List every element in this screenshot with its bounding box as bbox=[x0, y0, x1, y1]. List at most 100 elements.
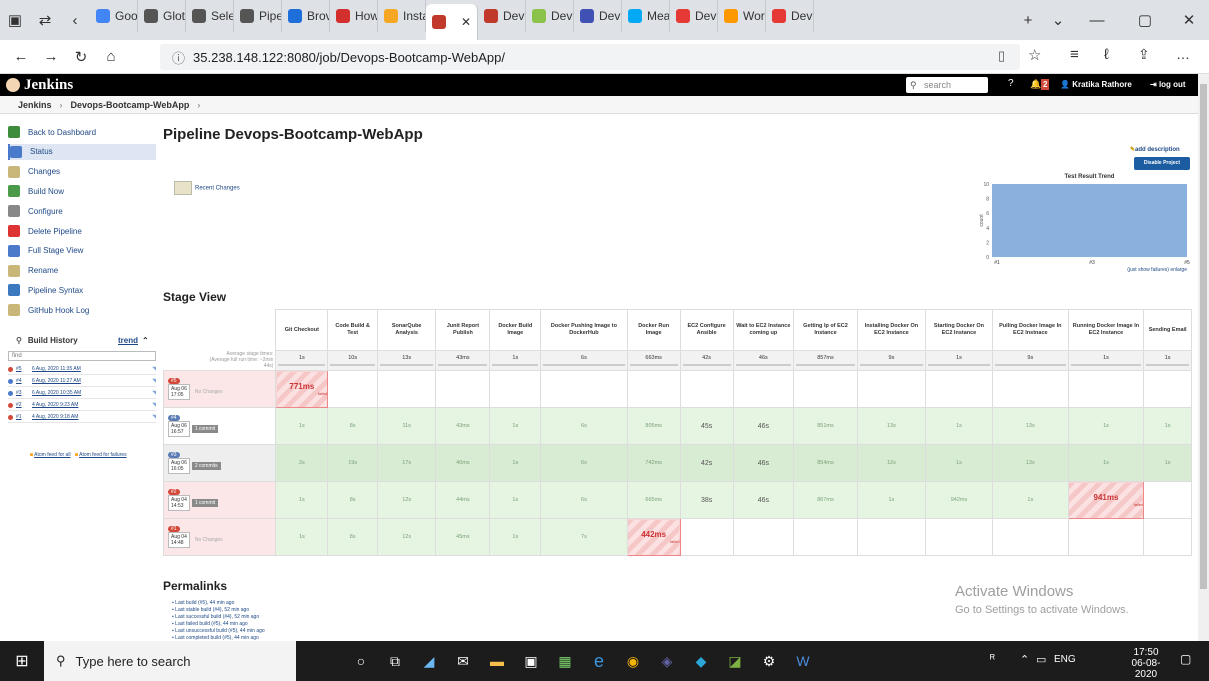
url-field[interactable]: ⓘ 35.238.148.122:8080/job/Devops-Bootcam… bbox=[160, 44, 1020, 70]
stage-cell[interactable]: 38s bbox=[679, 481, 734, 519]
reading-view-icon[interactable]: ▯ bbox=[998, 48, 1005, 64]
build-date[interactable]: 6 Aug, 2020 10:35 AM bbox=[32, 390, 81, 396]
store-icon[interactable]: ▣ bbox=[514, 646, 548, 676]
sidebar-item[interactable]: Pipeline Syntax bbox=[8, 282, 83, 298]
run-label-cell[interactable]: #2 Aug 04 14:53 1 commit bbox=[162, 481, 277, 519]
browser-tab[interactable]: Dev bbox=[670, 0, 718, 32]
stage-cell[interactable]: 442ms failed bbox=[626, 518, 681, 556]
stage-cell[interactable]: 43ms bbox=[435, 407, 491, 445]
stage-cell[interactable] bbox=[732, 370, 795, 408]
build-filter-input[interactable]: find bbox=[8, 351, 156, 361]
forward-icon[interactable]: → bbox=[36, 42, 66, 72]
stage-cell[interactable]: 1s bbox=[1067, 444, 1145, 482]
stage-cell[interactable]: 851ms bbox=[793, 407, 858, 445]
logout-link[interactable]: ⇥ log out bbox=[1150, 80, 1186, 89]
stage-cell[interactable] bbox=[1143, 518, 1192, 556]
stage-cell[interactable]: 8s bbox=[327, 481, 378, 519]
stage-cell[interactable]: 17s bbox=[376, 444, 437, 482]
browser-tab[interactable]: ✕ bbox=[426, 4, 478, 40]
home-icon[interactable]: ⌂ bbox=[96, 42, 126, 72]
stage-cell[interactable] bbox=[1143, 370, 1192, 408]
user-link[interactable]: 👤 Kratika Rathore bbox=[1060, 80, 1132, 89]
browser-tab[interactable]: Sele bbox=[186, 0, 234, 32]
notification-center-icon[interactable]: ▢ bbox=[1180, 652, 1191, 666]
stage-cell[interactable]: 12s bbox=[856, 444, 926, 482]
permalink-item[interactable]: ▪ Last successful build (#4), 52 min ago bbox=[172, 614, 265, 621]
stage-cell[interactable] bbox=[679, 518, 734, 556]
stage-cell[interactable]: 1s bbox=[856, 481, 926, 519]
help-icon[interactable]: ? bbox=[1008, 78, 1014, 89]
task-view-icon[interactable]: ⧉ bbox=[378, 646, 412, 676]
stage-cell[interactable] bbox=[626, 370, 681, 408]
console-icon[interactable]: ◥ bbox=[152, 378, 156, 384]
run-changes-badge[interactable]: 2 commits bbox=[191, 462, 221, 470]
run-changes-badge[interactable]: No Changes bbox=[192, 536, 226, 544]
stage-cell[interactable]: 46s bbox=[732, 444, 795, 482]
stage-cell[interactable]: 1s bbox=[489, 444, 542, 482]
start-windows-icon[interactable]: ⊞ bbox=[0, 646, 44, 676]
recent-changes-link[interactable]: Recent Changes bbox=[174, 181, 240, 195]
permalink-item[interactable]: ▪ Last unsuccessful build (#5), 44 min a… bbox=[172, 628, 265, 635]
language-indicator[interactable]: ENG bbox=[1054, 654, 1076, 665]
run-label-cell[interactable]: #3 Aug 06 16:05 2 commits bbox=[162, 444, 277, 482]
console-icon[interactable]: ◥ bbox=[152, 390, 156, 396]
atom-feed-all-link[interactable]: Atom feed for all bbox=[34, 452, 70, 458]
stage-cell[interactable]: 13s bbox=[991, 444, 1069, 482]
stage-cell[interactable]: 1s bbox=[489, 481, 542, 519]
stage-cell[interactable] bbox=[327, 370, 378, 408]
stage-cell[interactable]: 1s bbox=[1143, 444, 1192, 482]
stage-cell[interactable]: 854ms bbox=[793, 444, 858, 482]
build-number[interactable]: #3 bbox=[16, 390, 32, 396]
browser-tab[interactable]: Insta bbox=[378, 0, 426, 32]
sidebar-item[interactable]: Full Stage View bbox=[8, 243, 83, 259]
minimize-icon[interactable]: — bbox=[1073, 5, 1121, 35]
search-input[interactable]: ⚲ search bbox=[906, 77, 988, 93]
run-label-cell[interactable]: #1 Aug 04 14:48 No Changes bbox=[162, 518, 277, 556]
sidebar-item[interactable]: Status bbox=[8, 143, 156, 160]
browser-tab[interactable]: Dev bbox=[526, 0, 574, 32]
stage-cell[interactable]: 1s bbox=[489, 518, 542, 556]
scrollbar-thumb[interactable] bbox=[1200, 84, 1207, 589]
cortana-icon[interactable]: ○ bbox=[344, 646, 378, 676]
stage-cell[interactable] bbox=[793, 370, 858, 408]
back-icon[interactable]: ← bbox=[6, 42, 36, 72]
stage-cell[interactable]: 1s bbox=[1067, 407, 1145, 445]
window-menu-icon[interactable]: ▣ bbox=[0, 5, 30, 35]
build-number[interactable]: #4 bbox=[16, 378, 32, 384]
stage-cell[interactable] bbox=[924, 518, 993, 556]
stage-cell[interactable]: 13s bbox=[991, 407, 1069, 445]
clock[interactable]: 17:50 06-08-2020 bbox=[1124, 647, 1168, 680]
chrome-icon[interactable]: ◉ bbox=[616, 646, 650, 676]
stage-cell[interactable]: 805ms bbox=[626, 407, 681, 445]
bell-icon[interactable]: 🔔 bbox=[1030, 79, 1041, 90]
sidebar-item[interactable]: Changes bbox=[8, 164, 60, 180]
stage-cell[interactable] bbox=[435, 370, 491, 408]
stage-cell[interactable]: 942ms bbox=[924, 481, 993, 519]
tab-list-dropdown-icon[interactable]: ⌄ bbox=[1043, 5, 1073, 35]
sidebar-item[interactable]: Delete Pipeline bbox=[8, 223, 82, 239]
stage-cell[interactable]: 941ms failed bbox=[1067, 481, 1145, 519]
stage-cell[interactable]: 1s bbox=[1143, 407, 1192, 445]
people-icon[interactable]: ᴿ bbox=[990, 653, 995, 665]
disable-project-button[interactable]: Disable Project bbox=[1134, 157, 1190, 170]
stage-cell[interactable]: 1s bbox=[924, 444, 993, 482]
stage-cell[interactable] bbox=[991, 370, 1069, 408]
stage-cell[interactable]: 11s bbox=[376, 407, 437, 445]
build-history-row[interactable]: #3 6 Aug, 2020 10:35 AM ◥ bbox=[8, 388, 156, 399]
jenkins-logo[interactable]: Jenkins bbox=[24, 77, 73, 94]
permalink-item[interactable]: ▪ Last stable build (#4), 52 min ago bbox=[172, 607, 265, 614]
file-explorer-icon[interactable]: ▬ bbox=[480, 646, 514, 676]
app-icon-3[interactable]: ◪ bbox=[718, 646, 752, 676]
build-date[interactable]: 6 Aug, 2020 11:35 AM bbox=[32, 366, 81, 372]
stage-cell[interactable] bbox=[991, 518, 1069, 556]
add-description-link[interactable]: ✎add description bbox=[1130, 146, 1180, 153]
build-date[interactable]: 4 Aug, 2020 9:18 AM bbox=[32, 414, 78, 420]
build-number[interactable]: #5 bbox=[16, 366, 32, 372]
stage-cell[interactable]: 12s bbox=[376, 518, 437, 556]
sidebar-item[interactable]: GitHub Hook Log bbox=[8, 302, 89, 318]
browser-tab[interactable]: How bbox=[330, 0, 378, 32]
browser-tab[interactable]: Glot bbox=[138, 0, 186, 32]
run-label-cell[interactable]: #4 Aug 06 16:57 1 commit bbox=[162, 407, 277, 445]
stage-cell[interactable] bbox=[376, 370, 437, 408]
trend-link[interactable]: trend bbox=[118, 336, 138, 345]
